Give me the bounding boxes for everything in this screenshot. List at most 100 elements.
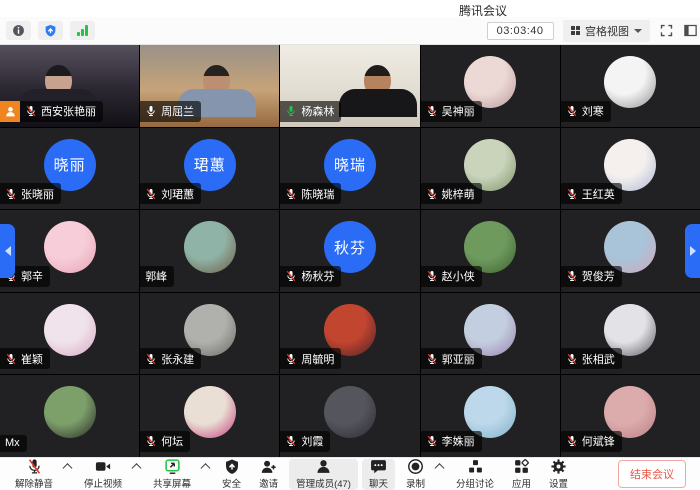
end-meeting-button[interactable]: 结束会议 xyxy=(618,460,686,488)
camera-button[interactable]: 停止视频 xyxy=(77,459,129,490)
participant-avatar xyxy=(324,386,376,438)
expand-options-caret[interactable] xyxy=(63,463,73,473)
share-screen-button[interactable]: 共享屏幕 xyxy=(146,459,198,490)
sidebar-layout-icon[interactable] xyxy=(683,23,698,38)
participant-tile[interactable]: 郭峰 xyxy=(140,210,279,292)
share-screen-icon xyxy=(164,459,181,475)
participant-name-tag: 周屈兰 xyxy=(140,101,201,122)
participant-tile[interactable]: Mx xyxy=(0,375,139,457)
participant-tile[interactable]: 周毓明 xyxy=(280,293,419,375)
expand-options-caret[interactable] xyxy=(132,463,142,473)
control-label: 安全 xyxy=(222,476,241,490)
participant-tile[interactable]: 姚梓萌 xyxy=(421,128,560,210)
participant-avatar xyxy=(184,221,236,273)
person-silhouette xyxy=(339,65,417,117)
participant-tile[interactable]: 王红英 xyxy=(561,128,700,210)
participant-tile[interactable]: 西安张艳丽 xyxy=(0,45,139,127)
participant-tile[interactable]: 吴神丽 xyxy=(421,45,560,127)
breakout-button[interactable]: 分组讨论 xyxy=(449,459,501,490)
participant-tile[interactable]: 崔颖 xyxy=(0,293,139,375)
participant-name: 姚梓萌 xyxy=(442,186,475,202)
participant-tile[interactable]: 刘霞 xyxy=(280,375,419,457)
members-button[interactable]: 管理成员(47) xyxy=(289,459,358,490)
participant-name-tag: 郭峰 xyxy=(140,266,174,287)
apps-button[interactable]: 应用 xyxy=(505,459,538,490)
participant-name-tag: 杨秋芬 xyxy=(280,266,341,287)
expand-options-caret[interactable] xyxy=(435,463,445,473)
participant-tile[interactable]: 赵小侠 xyxy=(421,210,560,292)
participant-tile[interactable]: 秋芬 杨秋芬 xyxy=(280,210,419,292)
mic-status-icon xyxy=(566,270,578,282)
participant-tile[interactable]: 何坛 xyxy=(140,375,279,457)
mic-status-icon xyxy=(566,353,578,365)
participant-name-tag: 赵小侠 xyxy=(421,266,482,287)
fullscreen-icon[interactable] xyxy=(659,23,674,38)
control-label: 停止视频 xyxy=(84,476,122,490)
info-icon[interactable] xyxy=(6,21,31,40)
participant-name: 刘珺蕙 xyxy=(161,186,194,202)
participant-tile[interactable]: 珺蕙 刘珺蕙 xyxy=(140,128,279,210)
invite-button[interactable]: 邀请 xyxy=(252,459,285,490)
mic-status-icon xyxy=(25,105,37,117)
network-signal-icon[interactable] xyxy=(70,21,95,40)
meeting-toolbar: 03:03:40 宫格视图 xyxy=(0,17,700,45)
members-icon xyxy=(315,459,332,475)
mic-status-icon xyxy=(566,435,578,447)
participant-name: 贺俊芳 xyxy=(582,268,615,284)
view-mode-button[interactable]: 宫格视图 xyxy=(563,20,651,42)
security-shield-icon[interactable] xyxy=(38,21,63,40)
shield-button[interactable]: 安全 xyxy=(215,459,248,490)
participant-tile[interactable]: 刘寒 xyxy=(561,45,700,127)
info-icon-glyph xyxy=(12,24,25,37)
mic-status-icon xyxy=(285,270,297,282)
participant-tile[interactable]: 周屈兰 xyxy=(140,45,279,127)
grid-view-icon xyxy=(571,26,581,36)
control-label: 分组讨论 xyxy=(456,476,494,490)
participant-name: 郭辛 xyxy=(21,268,43,284)
participant-name-tag: 杨森林 xyxy=(280,101,341,122)
participant-tile[interactable]: 晓瑞 陈晓瑞 xyxy=(280,128,419,210)
participant-name-tag: 何斌锋 xyxy=(561,431,622,452)
participant-name: 郭亚丽 xyxy=(442,351,475,367)
participant-tile[interactable]: 张永建 xyxy=(140,293,279,375)
apps-icon xyxy=(513,459,530,475)
settings-icon xyxy=(550,459,567,475)
chat-icon xyxy=(370,459,387,475)
participant-name-tag: 王红英 xyxy=(561,183,622,204)
participant-name: 赵小侠 xyxy=(442,268,475,284)
mic-muted-button[interactable]: 解除静音 xyxy=(8,459,60,490)
mic-status-icon xyxy=(285,435,297,447)
participant-name-tag: 刘珺蕙 xyxy=(140,183,201,204)
meeting-controls-bar: 解除静音 停止视频 共享屏幕 安全 邀请 管理成员(47) 聊天 录制 分组讨论… xyxy=(0,457,700,490)
participant-name: 王红英 xyxy=(582,186,615,202)
participant-tile[interactable]: 杨森林 xyxy=(280,45,419,127)
previous-page-arrow[interactable] xyxy=(0,224,15,278)
participant-tile[interactable]: 郭辛 xyxy=(0,210,139,292)
participant-name-tag: 张相武 xyxy=(561,348,622,369)
participant-name-tag: 周毓明 xyxy=(280,348,341,369)
chat-button[interactable]: 聊天 xyxy=(362,459,395,490)
participant-name: 崔颖 xyxy=(21,351,43,367)
participant-name-tag: 刘寒 xyxy=(561,101,611,122)
participant-tile[interactable]: 贺俊芳 xyxy=(561,210,700,292)
participant-tile[interactable]: 何斌锋 xyxy=(561,375,700,457)
mic-status-icon xyxy=(5,188,17,200)
participant-tile[interactable]: 李姝丽 xyxy=(421,375,560,457)
mic-muted-icon xyxy=(26,459,43,475)
participant-name-tag: 李姝丽 xyxy=(421,431,482,452)
participant-name-tag: 崔颖 xyxy=(0,348,50,369)
shield-icon xyxy=(224,459,240,475)
record-icon xyxy=(407,459,424,475)
expand-options-caret[interactable] xyxy=(201,463,211,473)
participant-tile[interactable]: 张相武 xyxy=(561,293,700,375)
next-page-arrow[interactable] xyxy=(685,224,700,278)
participant-tile[interactable]: 晓丽 张晓丽 xyxy=(0,128,139,210)
participant-name: 李姝丽 xyxy=(442,433,475,449)
settings-button[interactable]: 设置 xyxy=(542,459,575,490)
participant-name: 刘寒 xyxy=(582,103,604,119)
participant-tile[interactable]: 郭亚丽 xyxy=(421,293,560,375)
participant-name: 张晓丽 xyxy=(21,186,54,202)
record-button[interactable]: 录制 xyxy=(399,459,432,490)
shield-icon-glyph xyxy=(44,24,57,37)
mic-status-icon xyxy=(285,105,297,117)
